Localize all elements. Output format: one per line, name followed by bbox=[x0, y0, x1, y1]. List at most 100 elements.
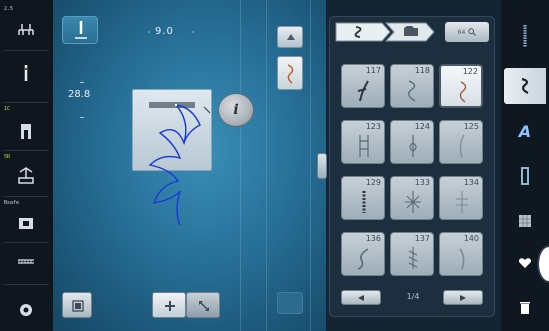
next-page-button[interactable] bbox=[443, 290, 483, 305]
pattern-129-icon bbox=[362, 191, 366, 213]
pattern-136-icon bbox=[357, 248, 369, 270]
settings-button[interactable] bbox=[4, 298, 48, 326]
separator bbox=[3, 242, 49, 243]
plus-icon bbox=[165, 301, 175, 311]
needle-icon bbox=[24, 65, 28, 81]
needle-button[interactable] bbox=[4, 56, 48, 96]
bobbin-thread-button[interactable]: 2.5 bbox=[4, 6, 48, 46]
pattern-number: 133 bbox=[414, 178, 430, 187]
zoom-button[interactable]: 64 bbox=[445, 22, 489, 42]
category-sidebar: A bbox=[501, 0, 549, 331]
separator bbox=[3, 50, 49, 51]
bobbin-thread-icon bbox=[18, 24, 34, 35]
pattern-number: 122 bbox=[462, 67, 478, 76]
stitch-position-button[interactable] bbox=[62, 16, 98, 44]
magnifier-icon bbox=[468, 28, 477, 36]
settings-gear-icon bbox=[20, 304, 32, 316]
pattern-number: 124 bbox=[414, 122, 430, 131]
pattern-123-icon bbox=[359, 135, 369, 157]
scroll-up-button[interactable] bbox=[277, 26, 303, 48]
feed-dog-label: 5R bbox=[4, 154, 11, 160]
pattern-number: 123 bbox=[365, 122, 381, 131]
info-button[interactable]: i bbox=[218, 93, 254, 127]
pattern-cell[interactable]: 133 bbox=[390, 176, 434, 220]
feed-dog-icon bbox=[18, 167, 34, 184]
triangle-left-icon bbox=[358, 294, 364, 301]
pattern-number: 140 bbox=[463, 234, 479, 243]
pattern-number: 134 bbox=[463, 178, 479, 187]
pattern-140-icon bbox=[459, 248, 465, 270]
bobbin-label: 2.5 bbox=[4, 6, 14, 12]
pattern-124-icon bbox=[409, 135, 417, 157]
selected-stitch-thumbnail[interactable] bbox=[277, 56, 303, 90]
tab-alphabets[interactable]: A bbox=[504, 113, 546, 149]
stitch-pattern-icon bbox=[287, 64, 294, 84]
thread-tension-icon bbox=[18, 259, 34, 264]
pattern-pager: 1/4 bbox=[339, 290, 487, 306]
needle-plate-button[interactable]: Bsafe bbox=[4, 200, 48, 240]
needle-position-icon bbox=[75, 21, 87, 39]
triangle-up-icon bbox=[287, 34, 295, 40]
diagonal-arrows-icon bbox=[199, 301, 209, 311]
presser-foot-button[interactable]: 1C bbox=[4, 106, 48, 146]
guide-line bbox=[240, 0, 241, 331]
pattern-cell[interactable]: 134 bbox=[439, 176, 483, 220]
tab-buttonholes[interactable] bbox=[504, 158, 546, 194]
add-button[interactable] bbox=[152, 292, 186, 318]
pattern-122-icon bbox=[459, 81, 467, 103]
pattern-cell[interactable]: 129 bbox=[341, 176, 385, 220]
buttonhole-icon bbox=[521, 167, 529, 185]
stitch-width-value[interactable]: 9.0 bbox=[155, 26, 174, 37]
pattern-number: 125 bbox=[463, 122, 479, 131]
pattern-number: 136 bbox=[365, 234, 381, 243]
pattern-number: 118 bbox=[414, 66, 430, 75]
pattern-cell[interactable]: 125 bbox=[439, 120, 483, 164]
length-tick bbox=[80, 117, 84, 118]
separator bbox=[3, 284, 49, 285]
mirror-button[interactable] bbox=[186, 292, 220, 318]
panel-splitter-handle[interactable] bbox=[317, 153, 327, 179]
tab-delete[interactable] bbox=[504, 290, 546, 326]
pattern-cell[interactable]: 118 bbox=[390, 64, 434, 108]
pattern-cell[interactable]: 137 bbox=[390, 232, 434, 276]
quilt-icon bbox=[519, 215, 531, 227]
previous-page-button[interactable] bbox=[341, 290, 381, 305]
presser-foot-label: 1C bbox=[4, 106, 11, 112]
pattern-118-icon bbox=[408, 80, 416, 102]
square-icon bbox=[72, 300, 84, 312]
alphabet-icon: A bbox=[518, 121, 532, 141]
pattern-cell[interactable]: 136 bbox=[341, 232, 385, 276]
pattern-137-icon bbox=[408, 247, 418, 269]
needle-plate-label: Bsafe bbox=[4, 200, 20, 206]
page-indicator: 1/4 bbox=[406, 292, 420, 301]
tab-quilt-stitches[interactable] bbox=[504, 203, 546, 239]
feed-dog-button[interactable]: 5R bbox=[4, 154, 48, 194]
stitch-pattern-preview bbox=[148, 103, 211, 226]
pattern-cell-selected[interactable]: 122 bbox=[439, 64, 483, 108]
pattern-cell[interactable]: 124 bbox=[390, 120, 434, 164]
separator bbox=[3, 150, 49, 151]
tab-practical-stitches[interactable] bbox=[504, 18, 546, 54]
sewing-machine-screen: 2.5 1C 5R Bsafe 9.0 28.8 i 64 117 118 12… bbox=[0, 0, 549, 331]
pattern-number: 129 bbox=[365, 178, 381, 187]
tab-decorative-stitches[interactable] bbox=[504, 68, 546, 104]
thread-tension-button[interactable] bbox=[4, 246, 48, 278]
trash-icon bbox=[520, 302, 530, 314]
category-tabs[interactable] bbox=[334, 22, 436, 42]
pattern-cell[interactable]: 123 bbox=[341, 120, 385, 164]
guide-line bbox=[310, 0, 311, 331]
needle-plate-icon bbox=[19, 218, 33, 229]
guide-line bbox=[266, 0, 267, 331]
presser-foot-icon bbox=[21, 124, 31, 139]
pattern-number: 117 bbox=[365, 66, 381, 75]
pattern-133-icon bbox=[405, 191, 421, 213]
pattern-125-icon bbox=[459, 134, 465, 158]
pattern-cell[interactable]: 117 bbox=[341, 64, 385, 108]
pattern-grid: 117 118 122 123 124 125 129 133 134 136 … bbox=[339, 64, 487, 290]
heart-icon bbox=[518, 258, 532, 268]
pattern-cell[interactable]: 140 bbox=[439, 232, 483, 276]
repeat-button[interactable] bbox=[62, 292, 92, 318]
scroll-down-button[interactable] bbox=[277, 292, 303, 314]
stitch-length-value[interactable]: 28.8 bbox=[68, 89, 90, 100]
pattern-134-icon bbox=[456, 191, 468, 213]
